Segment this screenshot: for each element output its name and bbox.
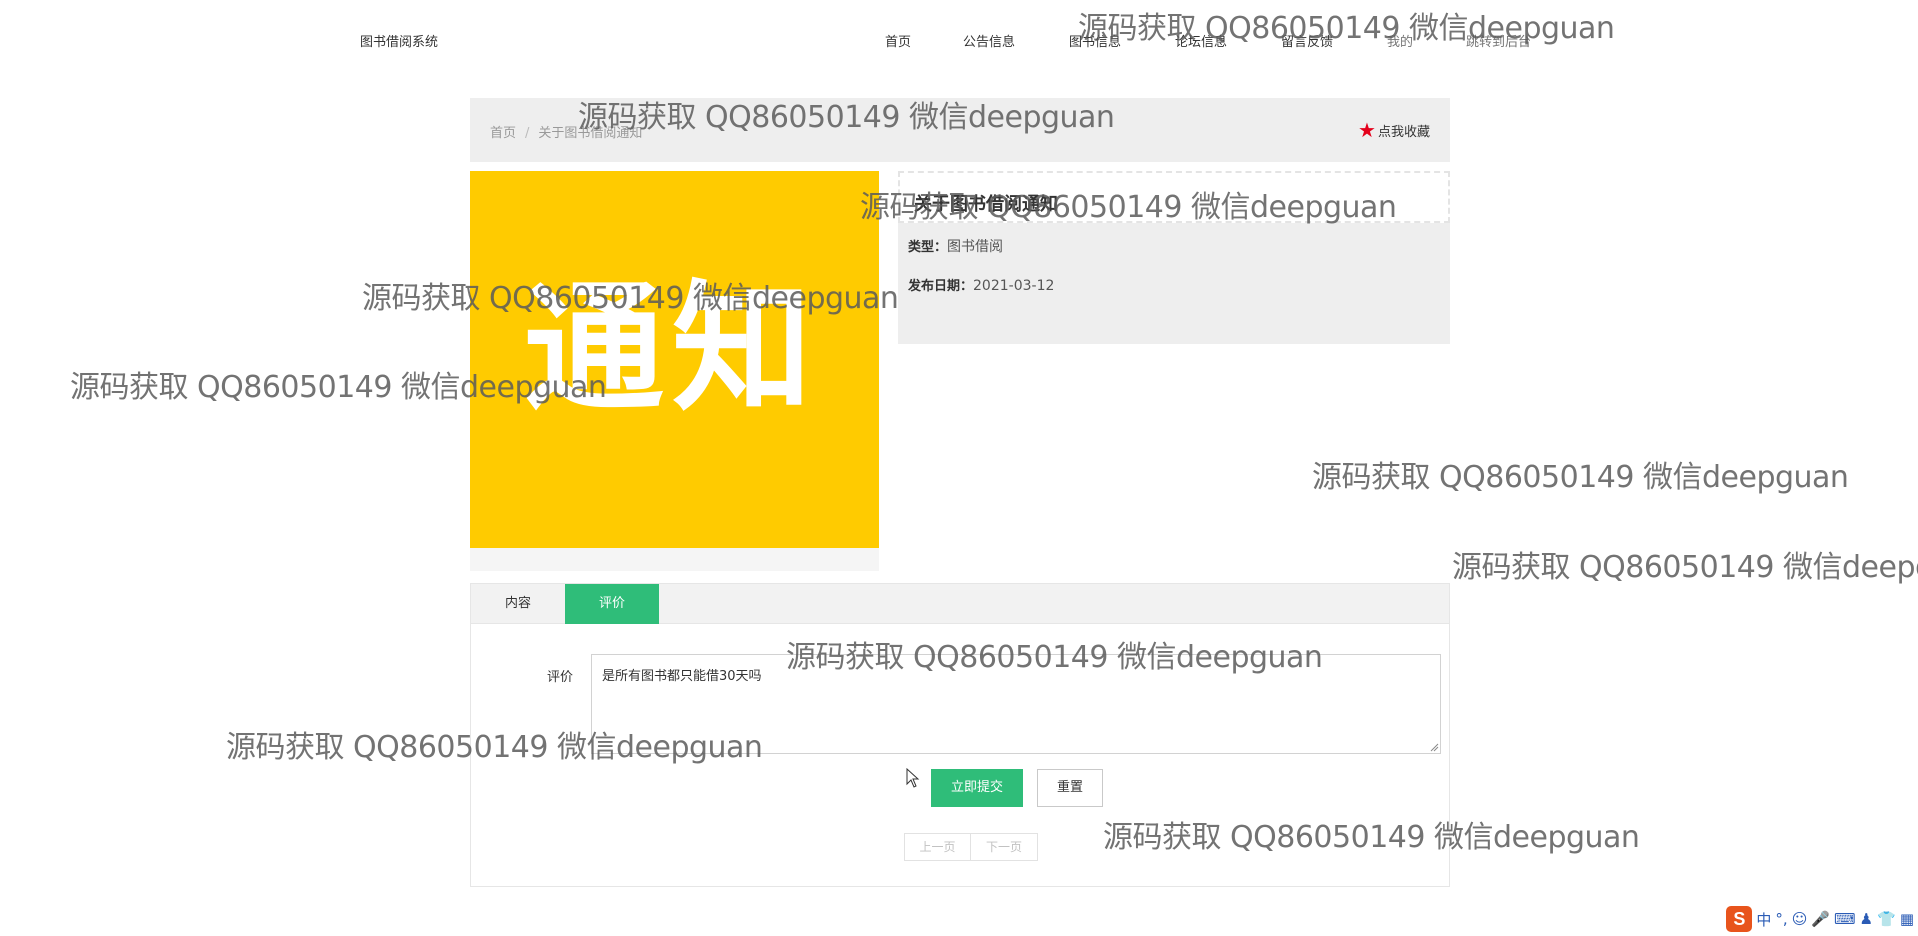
prev-page-button[interactable]: 上一页 xyxy=(904,833,971,861)
watermark-text: 源码获取 QQ86050149 微信deepguan xyxy=(1312,460,1849,495)
ime-mode-icon[interactable]: 中 xyxy=(1756,909,1771,930)
ime-logo-icon[interactable]: S xyxy=(1726,906,1753,932)
next-page-button[interactable]: 下一页 xyxy=(971,833,1038,861)
tab-bar: 内容 评价 xyxy=(471,584,1449,624)
poster-char: 通 xyxy=(524,267,665,431)
watermark-text: 源码获取 QQ86050149 微信deepguan xyxy=(1452,550,1918,585)
detail-title-box: 关于图书借阅通知 xyxy=(898,171,1450,223)
notice-image-frame: 通 知 xyxy=(470,171,879,571)
nav-item-mine[interactable]: 我的 xyxy=(1387,31,1413,50)
ime-emoji-icon[interactable]: ☺ xyxy=(1792,910,1808,928)
breadcrumb: 首页 / 关于图书借阅通知 xyxy=(490,122,642,141)
ime-user-icon[interactable]: ♟ xyxy=(1860,910,1873,928)
poster-char: 知 xyxy=(672,267,813,431)
breadcrumb-current: 关于图书借阅通知 xyxy=(538,126,643,141)
breadcrumb-separator: / xyxy=(525,126,530,141)
nav-item-feedback[interactable]: 留言反馈 xyxy=(1281,31,1333,50)
tabs-panel: 内容 评价 评价 是所有图书都只能借30天吗 立即提交 重置 上一页 下一页 xyxy=(470,583,1450,887)
nav-item-books[interactable]: 图书信息 xyxy=(1069,31,1121,50)
nav-item-forum[interactable]: 论坛信息 xyxy=(1175,31,1227,50)
breadcrumb-home[interactable]: 首页 xyxy=(490,126,516,141)
reset-button[interactable]: 重置 xyxy=(1037,769,1103,807)
detail-type-value: 图书借阅 xyxy=(947,239,1004,255)
comment-input[interactable]: 是所有图书都只能借30天吗 xyxy=(591,654,1441,754)
poster-text: 通 知 xyxy=(524,279,812,419)
ime-punct-icon[interactable]: °, xyxy=(1775,910,1787,928)
nav-item-admin[interactable]: 跳转到后台 xyxy=(1466,31,1531,50)
ime-menu-icon[interactable]: ▦ xyxy=(1900,910,1914,928)
favorite-label: 点我收藏 xyxy=(1377,124,1430,140)
notice-poster-image: 通 知 xyxy=(470,171,879,548)
mouse-cursor-icon xyxy=(906,768,920,788)
ime-keyboard-icon[interactable]: ⌨ xyxy=(1834,910,1856,928)
ime-toolbar: S 中 °, ☺ 🎤 ⌨ ♟ 👕 ▦ xyxy=(1726,904,1914,934)
favorite-button[interactable]: ★ 点我收藏 xyxy=(1358,120,1430,140)
detail-date-label: 发布日期： xyxy=(908,279,974,294)
nav-item-home[interactable]: 首页 xyxy=(885,31,911,50)
pager: 上一页 下一页 xyxy=(904,833,1038,861)
nav-item-notices[interactable]: 公告信息 xyxy=(963,31,1015,50)
ime-skin-icon[interactable]: 👕 xyxy=(1877,910,1896,928)
ime-voice-icon[interactable]: 🎤 xyxy=(1811,910,1830,928)
resize-grip-icon[interactable] xyxy=(1429,742,1439,752)
tab-content[interactable]: 内容 xyxy=(471,584,565,624)
detail-type-label: 类型： xyxy=(908,240,948,255)
detail-panel: 关于图书借阅通知 类型：图书借阅 发布日期：2021-03-12 xyxy=(898,171,1450,344)
detail-type: 类型：图书借阅 xyxy=(908,236,1003,256)
breadcrumb-bar: 首页 / 关于图书借阅通知 ★ 点我收藏 xyxy=(470,98,1450,162)
tab-comments[interactable]: 评价 xyxy=(565,584,659,624)
comment-label: 评价 xyxy=(547,670,574,685)
star-icon: ★ xyxy=(1358,118,1376,142)
detail-date: 发布日期：2021-03-12 xyxy=(908,275,1054,294)
submit-button[interactable]: 立即提交 xyxy=(931,769,1023,807)
detail-date-value: 2021-03-12 xyxy=(973,278,1055,294)
top-nav: 首页 公告信息 图书信息 论坛信息 留言反馈 我的 跳转到后台 xyxy=(0,31,1918,50)
detail-title: 关于图书借阅通知 xyxy=(914,194,1058,215)
